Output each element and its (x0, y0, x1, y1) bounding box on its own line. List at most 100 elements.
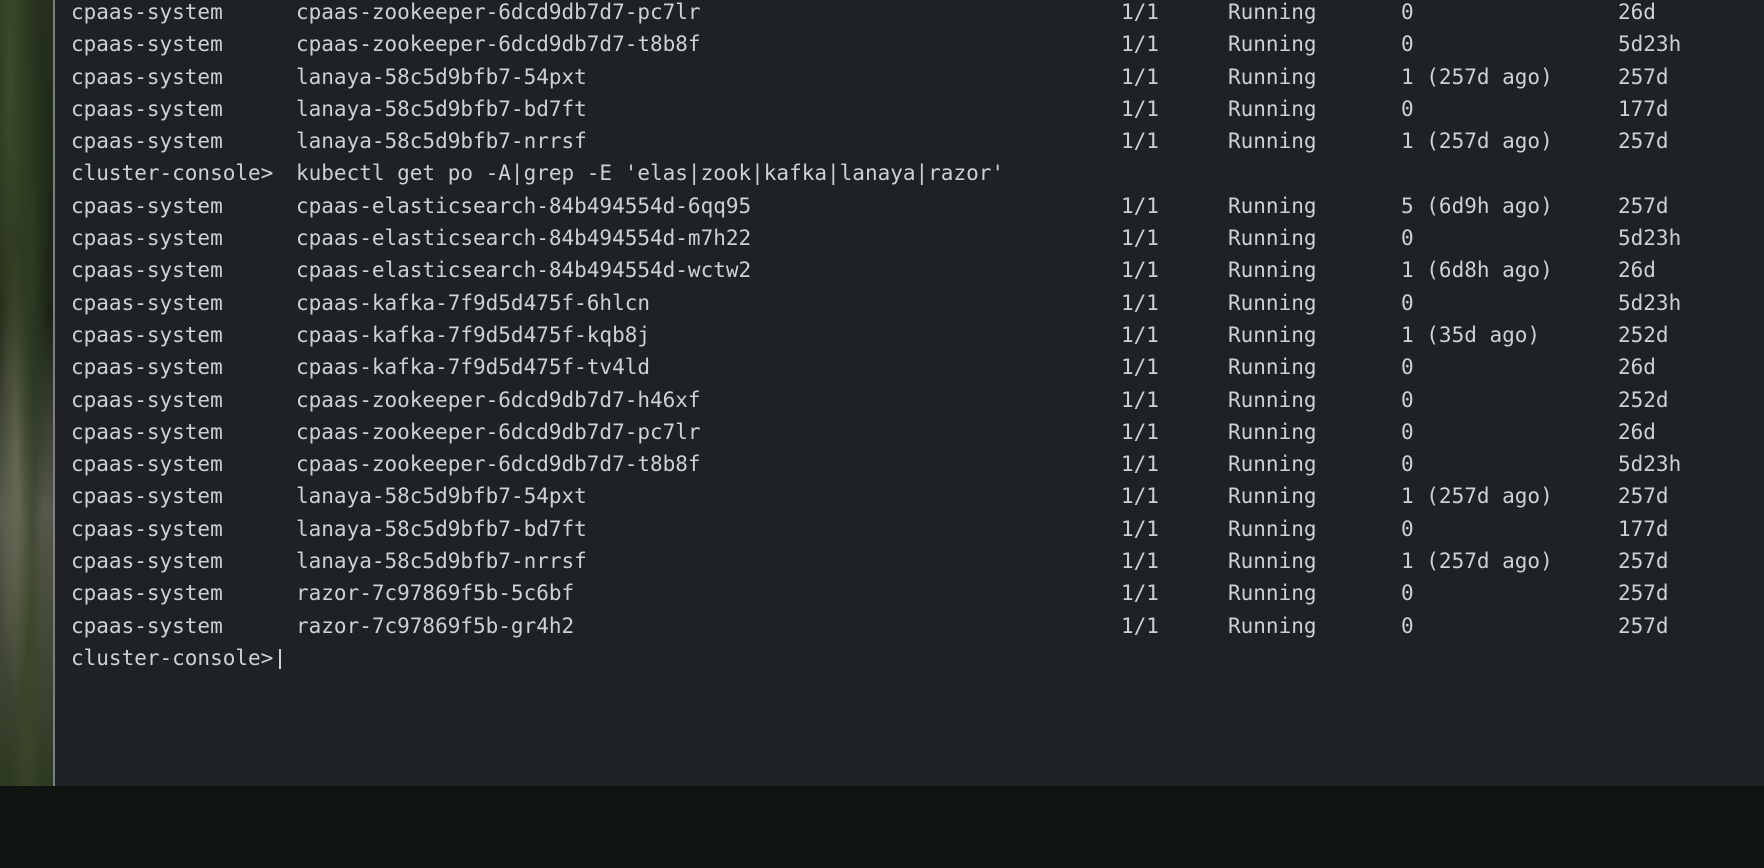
pod-row: cpaas-system lanaya-58c5d9bfb7-nrrsf 1/1… (71, 545, 1669, 577)
pod-age: 257d (1618, 549, 1669, 574)
pod-status: Running (1228, 193, 1317, 218)
pod-ready: 1/1 (1121, 290, 1159, 315)
pod-ready: 1/1 (1121, 226, 1159, 251)
pod-name: lanaya-58c5d9bfb7-nrrsf (296, 129, 587, 154)
pod-namespace: cpaas-system (71, 387, 223, 412)
pod-status: Running (1228, 32, 1317, 57)
prompt: cluster-console> (71, 642, 282, 674)
pod-restarts: 0 (1401, 581, 1414, 606)
pod-restarts: 0 (1401, 516, 1414, 541)
pod-name: cpaas-zookeeper-6dcd9db7d7-pc7lr (296, 419, 701, 444)
pod-name: cpaas-zookeeper-6dcd9db7d7-pc7lr (296, 0, 701, 24)
pod-row: cpaas-system lanaya-58c5d9bfb7-bd7ft 1/1… (71, 93, 1669, 125)
pod-restarts: 5 (6d9h ago) (1401, 193, 1553, 218)
pod-namespace: cpaas-system (71, 226, 223, 251)
pod-status: Running (1228, 258, 1317, 283)
pod-namespace: cpaas-system (71, 290, 223, 315)
text-cursor (279, 648, 282, 669)
prompt-label: cluster-console> (71, 645, 274, 670)
pod-ready: 1/1 (1121, 322, 1159, 347)
pod-restarts: 0 (1401, 452, 1414, 477)
pod-status: Running (1228, 0, 1317, 24)
terminal-output: cpaas-system cpaas-zookeeper-6dcd9db7d7-… (71, 0, 1681, 674)
pod-status: Running (1228, 355, 1317, 380)
pod-age: 5d23h (1618, 290, 1682, 315)
desktop-wallpaper (0, 0, 53, 786)
pod-age: 177d (1618, 516, 1669, 541)
pod-name: cpaas-elasticsearch-84b494554d-m7h22 (296, 226, 752, 251)
pod-namespace: cpaas-system (71, 484, 223, 509)
pod-name: razor-7c97869f5b-5c6bf (296, 581, 575, 606)
pod-name: lanaya-58c5d9bfb7-nrrsf (296, 549, 587, 574)
pod-name: lanaya-58c5d9bfb7-54pxt (296, 484, 587, 509)
pod-age: 252d (1618, 387, 1669, 412)
pod-namespace: cpaas-system (71, 419, 223, 444)
pod-ready: 1/1 (1121, 193, 1159, 218)
pod-name: lanaya-58c5d9bfb7-54pxt (296, 64, 587, 89)
pod-status: Running (1228, 452, 1317, 477)
pod-age: 5d23h (1618, 226, 1682, 251)
pod-row: cpaas-system razor-7c97869f5b-gr4h2 1/1 … (71, 610, 1669, 642)
pod-namespace: cpaas-system (71, 258, 223, 283)
pod-namespace: cpaas-system (71, 129, 223, 154)
pod-age: 26d (1618, 419, 1656, 444)
pod-row: cpaas-system razor-7c97869f5b-5c6bf 1/1 … (71, 577, 1669, 609)
pod-ready: 1/1 (1121, 581, 1159, 606)
pod-status: Running (1228, 387, 1317, 412)
pod-ready: 1/1 (1121, 549, 1159, 574)
pod-status: Running (1228, 96, 1317, 121)
pod-namespace: cpaas-system (71, 581, 223, 606)
pod-name: cpaas-elasticsearch-84b494554d-6qq95 (296, 193, 752, 218)
pod-name: lanaya-58c5d9bfb7-bd7ft (296, 96, 587, 121)
pod-age: 26d (1618, 355, 1656, 380)
pod-restarts: 1 (257d ago) (1401, 484, 1553, 509)
pod-status: Running (1228, 290, 1317, 315)
pod-age: 5d23h (1618, 32, 1682, 57)
pod-restarts: 0 (1401, 419, 1414, 444)
pod-restarts: 0 (1401, 290, 1414, 315)
pod-ready: 1/1 (1121, 0, 1159, 24)
pod-row: cpaas-system cpaas-zookeeper-6dcd9db7d7-… (71, 28, 1681, 60)
pod-restarts: 0 (1401, 96, 1414, 121)
pod-ready: 1/1 (1121, 452, 1159, 477)
command-text: kubectl get po -A|grep -E 'elas|zook|kaf… (296, 161, 1005, 186)
pod-status: Running (1228, 516, 1317, 541)
pod-row: cpaas-system cpaas-zookeeper-6dcd9db7d7-… (71, 0, 1656, 28)
pod-name: razor-7c97869f5b-gr4h2 (296, 613, 575, 638)
pod-status: Running (1228, 549, 1317, 574)
pod-namespace: cpaas-system (71, 32, 223, 57)
pod-row: cpaas-system lanaya-58c5d9bfb7-54pxt 1/1… (71, 61, 1669, 93)
pod-name: cpaas-kafka-7f9d5d475f-6hlcn (296, 290, 651, 315)
pod-row: cpaas-system cpaas-kafka-7f9d5d475f-tv4l… (71, 351, 1656, 383)
prompt: cluster-console> (71, 161, 274, 186)
pod-status: Running (1228, 322, 1317, 347)
pod-status: Running (1228, 419, 1317, 444)
pod-status: Running (1228, 129, 1317, 154)
input-line[interactable]: cluster-console> (71, 642, 282, 674)
pod-ready: 1/1 (1121, 64, 1159, 89)
pod-restarts: 0 (1401, 32, 1414, 57)
pod-row: cpaas-system cpaas-zookeeper-6dcd9db7d7-… (71, 384, 1669, 416)
pod-row: cpaas-system lanaya-58c5d9bfb7-54pxt 1/1… (71, 480, 1669, 512)
pod-ready: 1/1 (1121, 516, 1159, 541)
pod-restarts: 0 (1401, 613, 1414, 638)
pod-row: cpaas-system cpaas-kafka-7f9d5d475f-kqb8… (71, 319, 1669, 351)
pod-namespace: cpaas-system (71, 613, 223, 638)
pod-ready: 1/1 (1121, 258, 1159, 283)
pod-name: cpaas-zookeeper-6dcd9db7d7-t8b8f (296, 32, 701, 57)
pod-row: cpaas-system cpaas-elasticsearch-84b4945… (71, 222, 1681, 254)
terminal-window[interactable]: cpaas-system cpaas-zookeeper-6dcd9db7d7-… (53, 0, 1764, 786)
pod-row: cpaas-system lanaya-58c5d9bfb7-nrrsf 1/1… (71, 125, 1669, 157)
pod-namespace: cpaas-system (71, 452, 223, 477)
pod-ready: 1/1 (1121, 355, 1159, 380)
pod-ready: 1/1 (1121, 96, 1159, 121)
pod-age: 257d (1618, 64, 1669, 89)
pod-ready: 1/1 (1121, 32, 1159, 57)
pod-age: 26d (1618, 258, 1656, 283)
pod-row: cpaas-system cpaas-elasticsearch-84b4945… (71, 254, 1656, 286)
pod-status: Running (1228, 613, 1317, 638)
pod-ready: 1/1 (1121, 129, 1159, 154)
pod-restarts: 0 (1401, 0, 1414, 24)
pod-status: Running (1228, 64, 1317, 89)
pod-restarts: 1 (257d ago) (1401, 549, 1553, 574)
